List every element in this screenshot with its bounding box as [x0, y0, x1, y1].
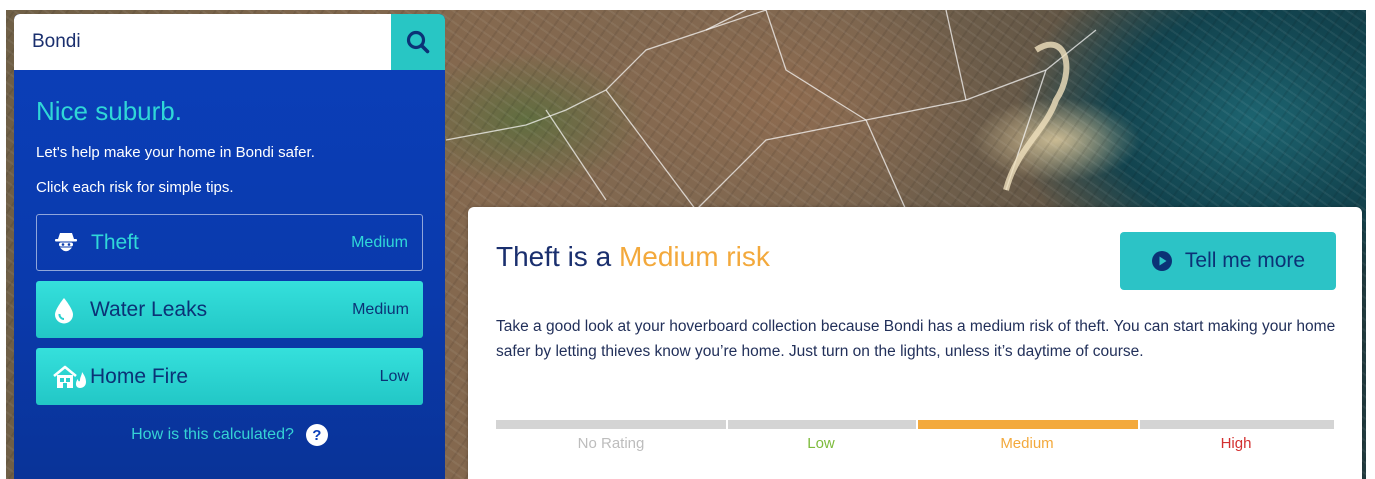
tell-me-more-button[interactable]: Tell me more: [1120, 232, 1336, 290]
search-button[interactable]: [391, 14, 445, 70]
how-calculated-link[interactable]: How is this calculated? ?: [14, 424, 445, 446]
search-icon: [406, 30, 430, 54]
panel-instruction-text: Click each risk for simple tips.: [36, 179, 234, 196]
rating-label-no-rating: No Rating: [577, 435, 645, 452]
risk-level: Medium: [352, 300, 409, 318]
question-mark-icon[interactable]: ?: [305, 424, 328, 446]
play-icon: [1151, 251, 1172, 271]
risk-rating-scale: No Rating Low Medium High: [496, 420, 1334, 452]
risk-item-theft[interactable]: Theft Medium: [36, 214, 423, 271]
risk-name: Water Leaks: [90, 297, 208, 321]
risk-detail-body: Take a good look at your hoverboard coll…: [496, 318, 1336, 360]
risk-item-water-leaks[interactable]: Water Leaks Medium: [36, 281, 423, 338]
panel-headline: Nice suburb.: [36, 96, 182, 126]
risk-level: Medium: [351, 233, 408, 251]
risk-title-level: Medium risk: [618, 241, 770, 272]
risk-title-prefix: Theft is a: [496, 241, 619, 272]
risk-item-home-fire[interactable]: Home Fire Low: [36, 348, 423, 405]
tell-me-more-label: Tell me more: [1184, 249, 1306, 272]
rating-segment-no-rating: [496, 420, 726, 429]
rating-label-medium: Medium: [1000, 435, 1054, 452]
rating-labels: No Rating Low Medium High: [496, 435, 1334, 452]
house-fire-icon: [52, 362, 90, 392]
risk-level: Low: [379, 367, 409, 385]
risk-detail-title: Theft is a Medium risk: [496, 241, 770, 273]
burglar-icon: [53, 228, 91, 258]
rating-segment-high: [1140, 420, 1334, 429]
search-bar: [14, 14, 445, 70]
how-calculated-label: How is this calculated?: [131, 426, 294, 443]
risk-name: Theft: [91, 230, 139, 254]
risk-name: Home Fire: [90, 364, 189, 388]
water-drop-icon: [52, 295, 90, 325]
panel-intro-text: Let's help make your home in Bondi safer…: [36, 144, 315, 161]
rating-label-high: High: [1220, 435, 1252, 452]
rating-bar: [496, 420, 1334, 429]
risk-panel: Nice suburb. Let's help make your home i…: [14, 14, 445, 479]
risk-detail-card: Theft is a Medium risk Tell me more Take…: [468, 207, 1362, 479]
rating-label-low: Low: [807, 435, 835, 452]
rating-segment-low: [728, 420, 916, 429]
rating-segment-medium: [918, 420, 1138, 429]
search-input[interactable]: [14, 14, 391, 70]
